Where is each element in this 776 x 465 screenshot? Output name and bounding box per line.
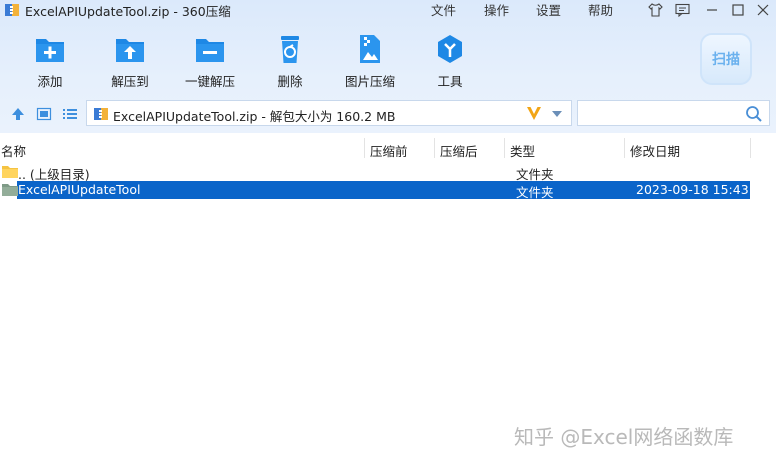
watermark-text: 知乎 @Excel网络函数库 <box>514 425 734 449</box>
app-zip-icon <box>5 4 19 16</box>
close-icon <box>757 4 769 16</box>
menu-settings[interactable]: 设置 <box>536 0 561 20</box>
delete-label: 删除 <box>277 74 303 89</box>
column-divider[interactable] <box>750 138 751 158</box>
scan-label: 扫描 <box>712 52 740 68</box>
skin-button[interactable] <box>646 1 664 19</box>
thumbnail-view-icon[interactable] <box>36 106 52 122</box>
extract-to-label: 解压到 <box>111 74 149 89</box>
minimize-icon <box>707 9 717 11</box>
feedback-button[interactable] <box>673 1 691 19</box>
verified-v-icon[interactable] <box>525 104 543 122</box>
add-icon <box>36 39 64 62</box>
list-view-icon[interactable] <box>62 106 78 122</box>
column-divider[interactable] <box>434 138 435 158</box>
folder-up-icon <box>2 166 18 178</box>
folder-icon <box>2 184 18 196</box>
add-label: 添加 <box>37 74 63 89</box>
close-button[interactable] <box>754 1 772 19</box>
column-before-size[interactable]: 压缩前 <box>370 141 408 160</box>
one-click-extract-icon <box>196 39 224 62</box>
menu-file[interactable]: 文件 <box>431 0 456 20</box>
list-header: 名称 压缩前 压缩后 类型 修改日期 <box>0 138 776 160</box>
image-compress-button[interactable]: 图片压缩 <box>328 33 412 91</box>
search-icon[interactable] <box>745 105 763 123</box>
add-button[interactable]: 添加 <box>8 33 92 91</box>
delete-icon <box>281 36 299 63</box>
column-divider[interactable] <box>624 138 625 158</box>
scan-button[interactable]: 扫描 <box>700 33 752 85</box>
column-divider[interactable] <box>504 138 505 158</box>
item-name: ExcelAPIUpdateTool <box>18 182 141 197</box>
item-type: 文件夹 <box>516 185 554 200</box>
minimize-button[interactable] <box>703 1 721 19</box>
zip-file-icon <box>94 108 108 120</box>
list-item-parent[interactable]: .. (上级目录) 文件夹 <box>0 163 776 182</box>
image-compress-label: 图片压缩 <box>344 74 395 89</box>
message-icon <box>674 3 690 17</box>
menu-operation[interactable]: 操作 <box>484 0 509 20</box>
maximize-icon <box>732 4 744 16</box>
shirt-icon <box>647 3 663 17</box>
column-type[interactable]: 类型 <box>510 141 535 160</box>
column-modified-date[interactable]: 修改日期 <box>630 141 680 160</box>
top-area: ExcelAPIUpdateTool.zip - 360压缩 文件 操作 设置 … <box>0 0 776 133</box>
image-compress-icon <box>360 35 380 63</box>
tools-icon <box>438 35 462 63</box>
menu-help[interactable]: 帮助 <box>588 0 613 20</box>
up-arrow-icon[interactable] <box>10 106 26 122</box>
one-click-extract-button[interactable]: 一键解压 <box>168 33 252 91</box>
tools-label: 工具 <box>437 74 463 89</box>
window-title: ExcelAPIUpdateTool.zip - 360压缩 <box>25 4 231 19</box>
extract-to-icon <box>116 39 144 62</box>
tools-button[interactable]: 工具 <box>408 33 492 91</box>
one-click-extract-label: 一键解压 <box>184 74 235 89</box>
list-item-folder[interactable]: ExcelAPIUpdateTool 文件夹 2023-09-18 15:43 <box>0 181 776 200</box>
address-bar[interactable]: ExcelAPIUpdateTool.zip - 解包大小为 160.2 MB <box>86 100 572 126</box>
search-input[interactable] <box>577 100 770 126</box>
address-row: ExcelAPIUpdateTool.zip - 解包大小为 160.2 MB <box>0 98 776 130</box>
delete-button[interactable]: 删除 <box>248 33 332 91</box>
item-date: 2023-09-18 15:43 <box>636 182 749 197</box>
maximize-button[interactable] <box>729 1 747 19</box>
address-path: ExcelAPIUpdateTool.zip - 解包大小为 160.2 MB <box>113 109 396 124</box>
column-divider[interactable] <box>364 138 365 158</box>
chevron-down-icon[interactable] <box>551 110 563 118</box>
extract-to-button[interactable]: 解压到 <box>88 33 172 91</box>
column-name[interactable]: 名称 <box>1 141 26 160</box>
column-after-size[interactable]: 压缩后 <box>440 141 478 160</box>
title-bar: ExcelAPIUpdateTool.zip - 360压缩 文件 操作 设置 … <box>0 0 776 20</box>
